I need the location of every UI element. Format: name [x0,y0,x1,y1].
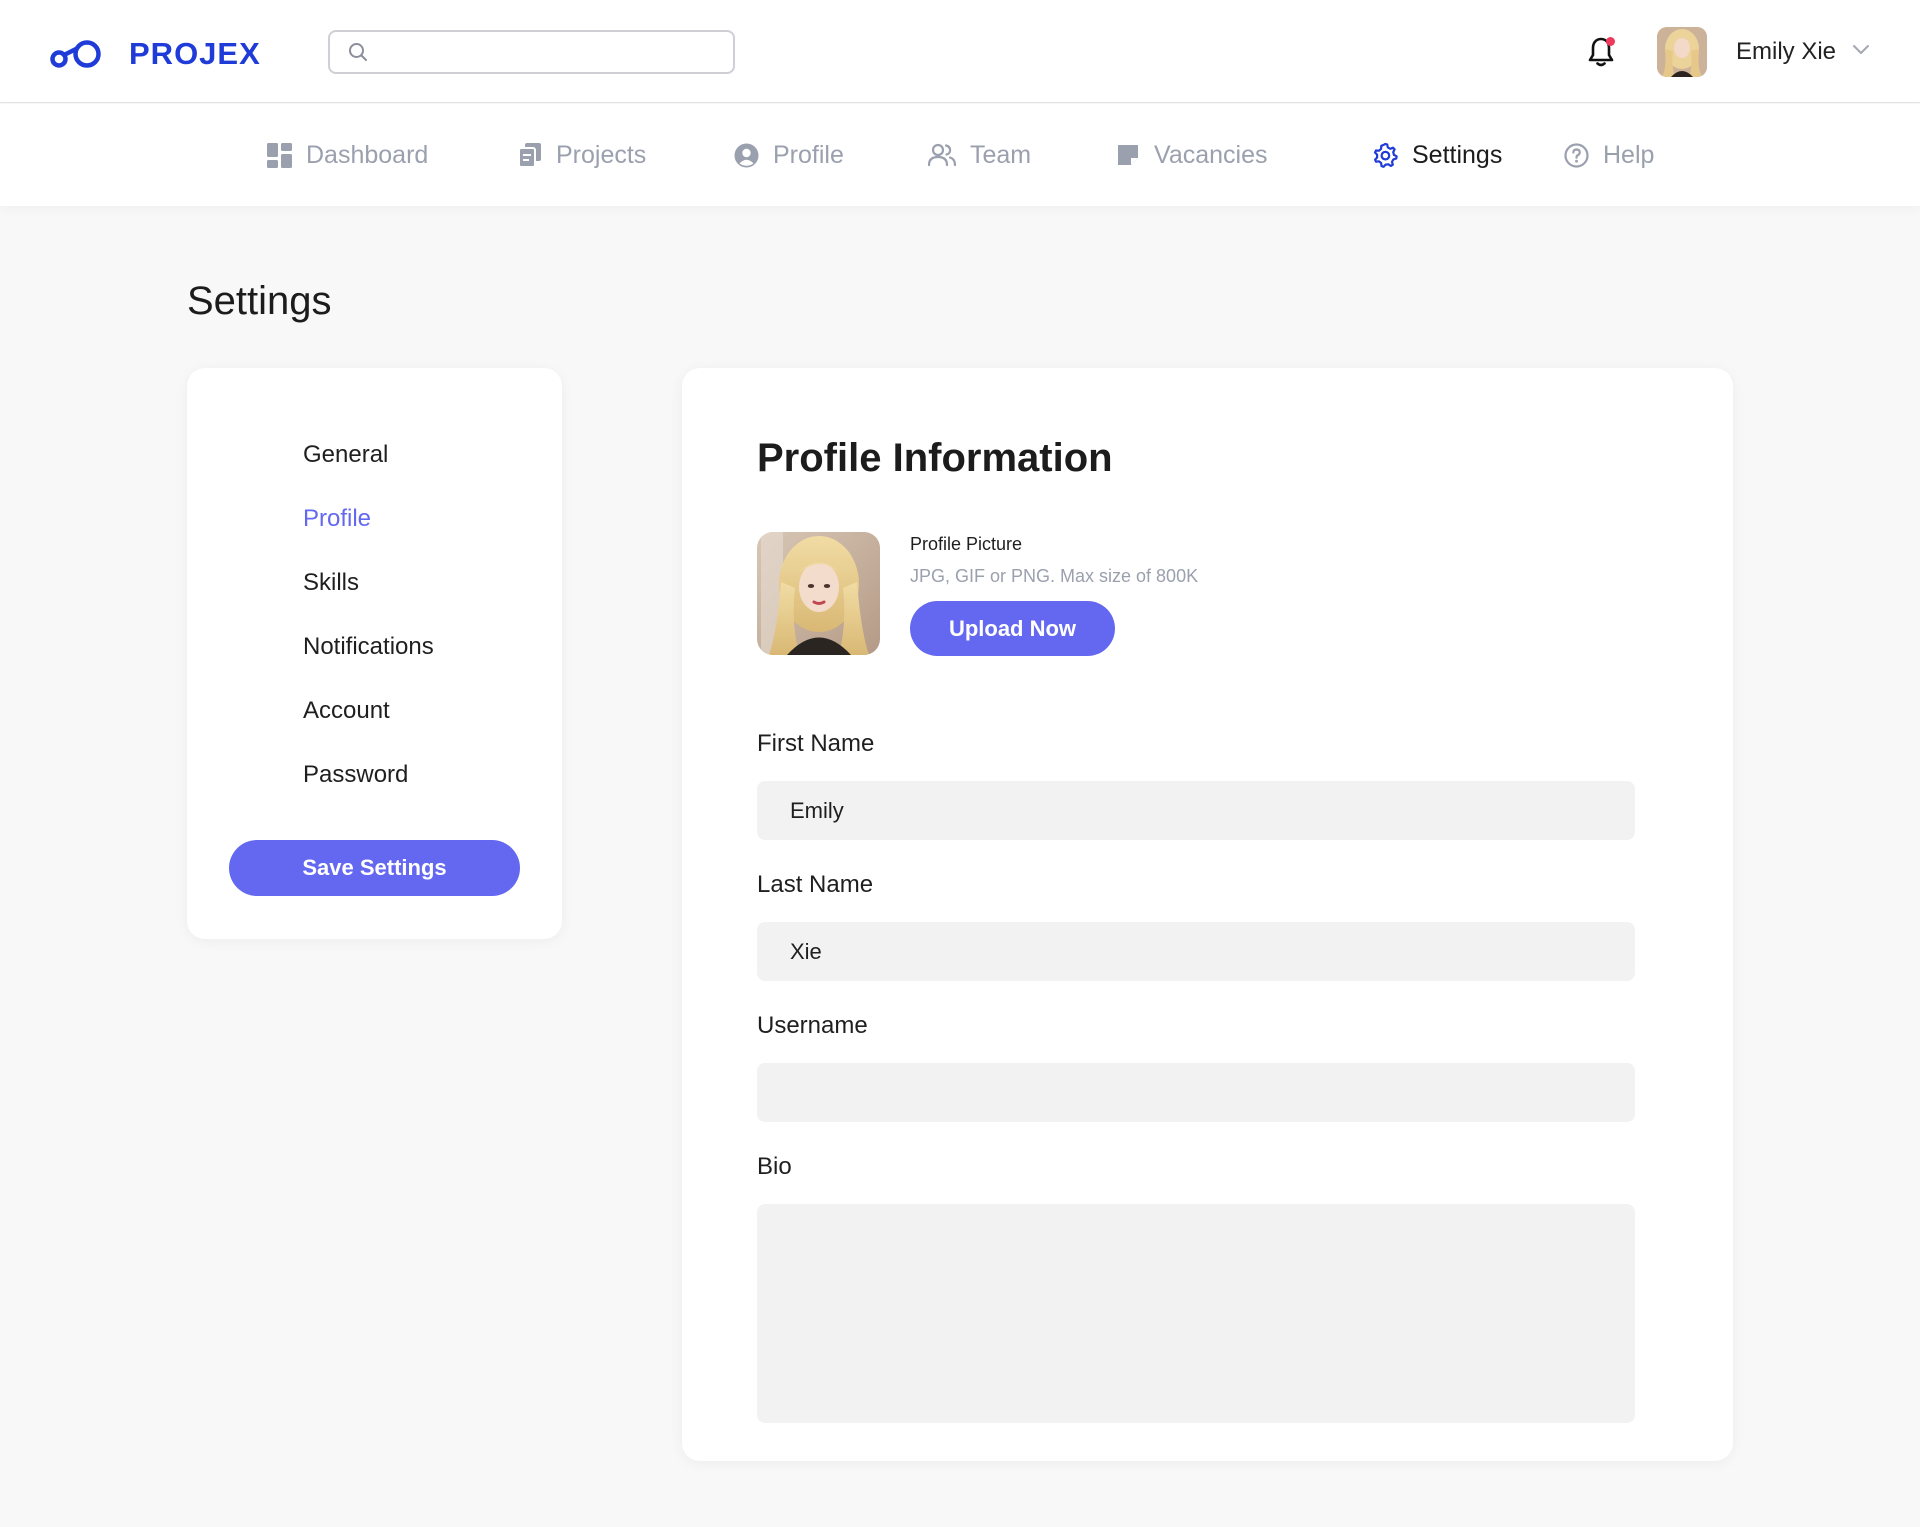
nav-item-settings[interactable]: Settings [1372,140,1502,170]
user-photo [1657,27,1707,77]
settings-menu-item-profile[interactable]: Profile [303,505,371,533]
last-name-field[interactable] [757,922,1635,981]
first-name-field[interactable] [757,781,1635,840]
logo-icon [50,40,101,68]
upload-now-button[interactable]: Upload Now [910,601,1115,656]
nav-item-help[interactable]: Help [1564,140,1654,170]
nav-item-team[interactable]: Team [928,140,1031,170]
nav-item-vacancies[interactable]: Vacancies [1116,140,1268,170]
username-label: Username [757,1012,868,1039]
nav-item-projects[interactable]: Projects [518,140,646,170]
page-title: Settings [187,279,332,323]
nav-label: Settings [1412,140,1503,169]
settings-menu-item-general[interactable]: General [303,441,388,469]
profile-information-card: Profile Information Profile Picture JPG,… [682,368,1733,1461]
search-icon [349,43,367,61]
notification-dot [1606,37,1615,46]
nav-label: Vacancies [1154,140,1268,169]
nav-item-dashboard[interactable]: Dashboard [267,140,428,170]
profile-photo [757,532,880,655]
top-header: PROJEX Emily Xie [0,0,1920,103]
notifications-button[interactable] [1586,36,1616,68]
team-icon [928,143,956,167]
save-settings-button[interactable]: Save Settings [229,840,520,896]
settings-menu-item-skills[interactable]: Skills [303,569,359,597]
chevron-down-icon[interactable] [1852,44,1870,56]
last-name-label: Last Name [757,871,874,898]
dashboard-icon [267,142,292,168]
first-name-label: First Name [757,730,875,757]
bio-field[interactable] [757,1204,1635,1423]
vacancies-icon [1118,145,1138,165]
search-input[interactable] [378,38,718,66]
profile-icon [734,143,759,167]
projects-icon [518,143,541,168]
nav-label: Profile [773,140,844,169]
main-nav: Dashboard Projects Profile Team Vacancie… [0,104,1920,206]
bio-label: Bio [757,1153,792,1180]
help-icon [1564,142,1589,168]
logo[interactable]: PROJEX [49,36,261,72]
avatar[interactable] [1657,27,1707,77]
nav-item-profile[interactable]: Profile [734,140,844,170]
settings-menu-item-notifications[interactable]: Notifications [303,633,434,661]
nav-label: Projects [556,140,647,169]
settings-icon [1373,142,1398,168]
profile-picture [757,532,880,655]
search-box[interactable] [328,30,735,74]
settings-menu-item-account[interactable]: Account [303,697,390,725]
user-name[interactable]: Emily Xie [1736,38,1836,66]
profile-picture-label: Profile Picture [910,534,1023,554]
brand-name: PROJEX [129,36,261,71]
nav-label: Help [1603,140,1655,169]
nav-label: Dashboard [306,140,429,169]
nav-label: Team [970,140,1032,169]
section-title: Profile Information [757,436,1113,480]
profile-picture-hint: JPG, GIF or PNG. Max size of 800K [910,566,1199,586]
settings-menu-item-password[interactable]: Password [303,761,408,789]
settings-menu: General Profile Skills Notifications Acc… [187,368,562,939]
username-field[interactable] [757,1063,1635,1122]
